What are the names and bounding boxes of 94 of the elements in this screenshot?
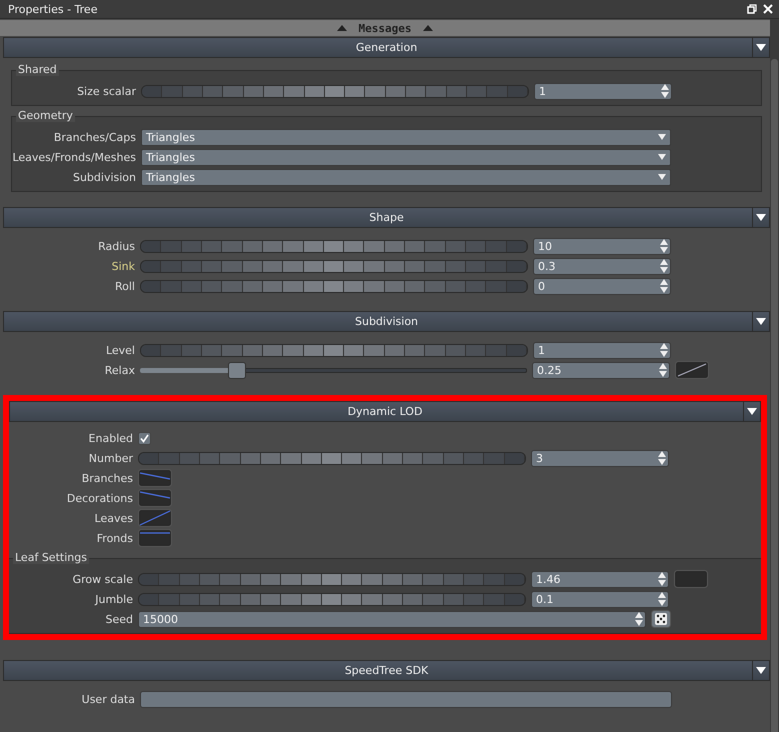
field-label: Radius — [97, 240, 135, 252]
jog-strip[interactable] — [141, 84, 529, 98]
caret-icon — [756, 318, 766, 325]
caret-icon — [756, 667, 766, 674]
spin-arrows-icon[interactable] — [660, 258, 668, 274]
caret-icon — [658, 134, 666, 140]
number-field[interactable]: 0.25 — [532, 362, 670, 378]
field-label: Subdivision — [72, 170, 136, 184]
jog-strip[interactable] — [140, 240, 528, 252]
jog-strip[interactable] — [140, 280, 528, 292]
number-field[interactable]: 3 — [531, 450, 669, 466]
dropdown[interactable]: Triangles — [141, 168, 671, 186]
caret-icon — [658, 154, 666, 160]
section-header[interactable]: Generation — [3, 37, 770, 58]
group-title: Leaf Settings — [13, 551, 89, 564]
field-label: Branches/Caps — [52, 130, 136, 144]
section-header[interactable]: Dynamic LOD — [9, 401, 761, 422]
caret-icon — [747, 408, 757, 415]
field-label: Enabled — [88, 432, 133, 444]
messages-bar[interactable]: Messages — [0, 20, 770, 36]
field-label: Grow scale — [72, 572, 133, 586]
dropdown[interactable]: Triangles — [141, 148, 671, 166]
field-label: Seed — [104, 612, 133, 626]
dice-icon[interactable] — [651, 610, 671, 628]
number-field[interactable]: 0 — [533, 278, 671, 294]
field-label: Number — [88, 452, 133, 464]
section-header[interactable]: Shape — [3, 207, 770, 228]
collapse-button[interactable] — [752, 312, 769, 331]
field-label: Decorations — [66, 492, 133, 504]
section-title: Subdivision — [354, 315, 418, 328]
spin-arrows-icon[interactable] — [660, 342, 668, 358]
field-label: Leaves — [94, 512, 133, 524]
number-field[interactable]: 10 — [533, 238, 671, 254]
field-label: Branches — [80, 472, 133, 484]
spin-arrows-icon[interactable] — [658, 571, 666, 587]
jog-strip[interactable] — [140, 344, 528, 356]
group-title: Shared — [16, 63, 59, 76]
caret-icon — [756, 44, 766, 51]
slider-thumb[interactable] — [228, 362, 246, 378]
field-label: Roll — [114, 280, 135, 292]
curve-button[interactable] — [138, 529, 172, 547]
spin-arrows-icon[interactable] — [658, 591, 666, 607]
text-field[interactable] — [140, 690, 672, 708]
number-field[interactable]: 15000 — [138, 610, 646, 628]
field-label: User data — [80, 692, 135, 706]
collapse-button[interactable] — [752, 208, 769, 227]
up-arrow-icon — [336, 25, 346, 31]
spin-arrows-icon[interactable] — [660, 278, 668, 294]
section-header[interactable]: Subdivision — [3, 311, 770, 332]
spin-arrows-icon[interactable] — [658, 450, 666, 466]
field-label: Sink — [110, 260, 135, 272]
number-field[interactable]: 0.3 — [533, 258, 671, 274]
spin-arrows-icon[interactable] — [659, 362, 667, 378]
collapse-button[interactable] — [752, 661, 769, 680]
collapse-button[interactable] — [752, 38, 769, 57]
collapse-button[interactable] — [743, 402, 760, 421]
restore-icon[interactable] — [747, 4, 757, 14]
checkbox[interactable] — [138, 432, 151, 444]
field-label: Relax — [104, 364, 135, 376]
number-field[interactable]: 1 — [534, 82, 672, 100]
scrollbar[interactable] — [770, 19, 779, 732]
curve-button[interactable] — [138, 489, 172, 507]
section-title: Shape — [369, 211, 404, 224]
close-icon[interactable] — [763, 4, 773, 14]
caret-icon — [756, 214, 766, 221]
curve-button[interactable] — [138, 469, 172, 487]
number-field[interactable]: 1 — [533, 342, 671, 358]
dropdown[interactable]: Triangles — [141, 128, 671, 146]
group-title: Geometry — [16, 109, 75, 122]
spin-arrows-icon[interactable] — [661, 83, 669, 99]
section-title: SpeedTree SDK — [344, 664, 428, 677]
field-label: Level — [104, 344, 135, 356]
messages-label: Messages — [358, 22, 412, 34]
jog-strip[interactable] — [138, 572, 526, 586]
spin-arrows-icon[interactable] — [635, 611, 643, 627]
jog-strip[interactable] — [138, 452, 526, 464]
caret-icon — [658, 174, 666, 180]
jog-strip[interactable] — [138, 592, 526, 606]
slider-track[interactable] — [140, 362, 527, 378]
curve-button[interactable] — [675, 361, 709, 379]
field-label: Jumble — [94, 592, 133, 606]
spin-arrows-icon[interactable] — [660, 238, 668, 254]
jog-strip[interactable] — [140, 260, 528, 272]
field-label: Leaves/Fronds/Meshes — [12, 150, 136, 164]
up-arrow-icon — [423, 25, 434, 31]
field-label: Fronds — [96, 532, 133, 544]
number-field[interactable]: 1.46 — [531, 570, 669, 588]
field-label: Size scalar — [76, 84, 136, 98]
number-field[interactable]: 0.1 — [531, 590, 669, 608]
section-title: Generation — [356, 41, 418, 54]
window-title: Properties - Tree — [8, 2, 98, 16]
curve-button[interactable] — [138, 509, 172, 527]
section-header[interactable]: SpeedTree SDK — [3, 660, 770, 681]
section-title: Dynamic LOD — [348, 405, 422, 418]
